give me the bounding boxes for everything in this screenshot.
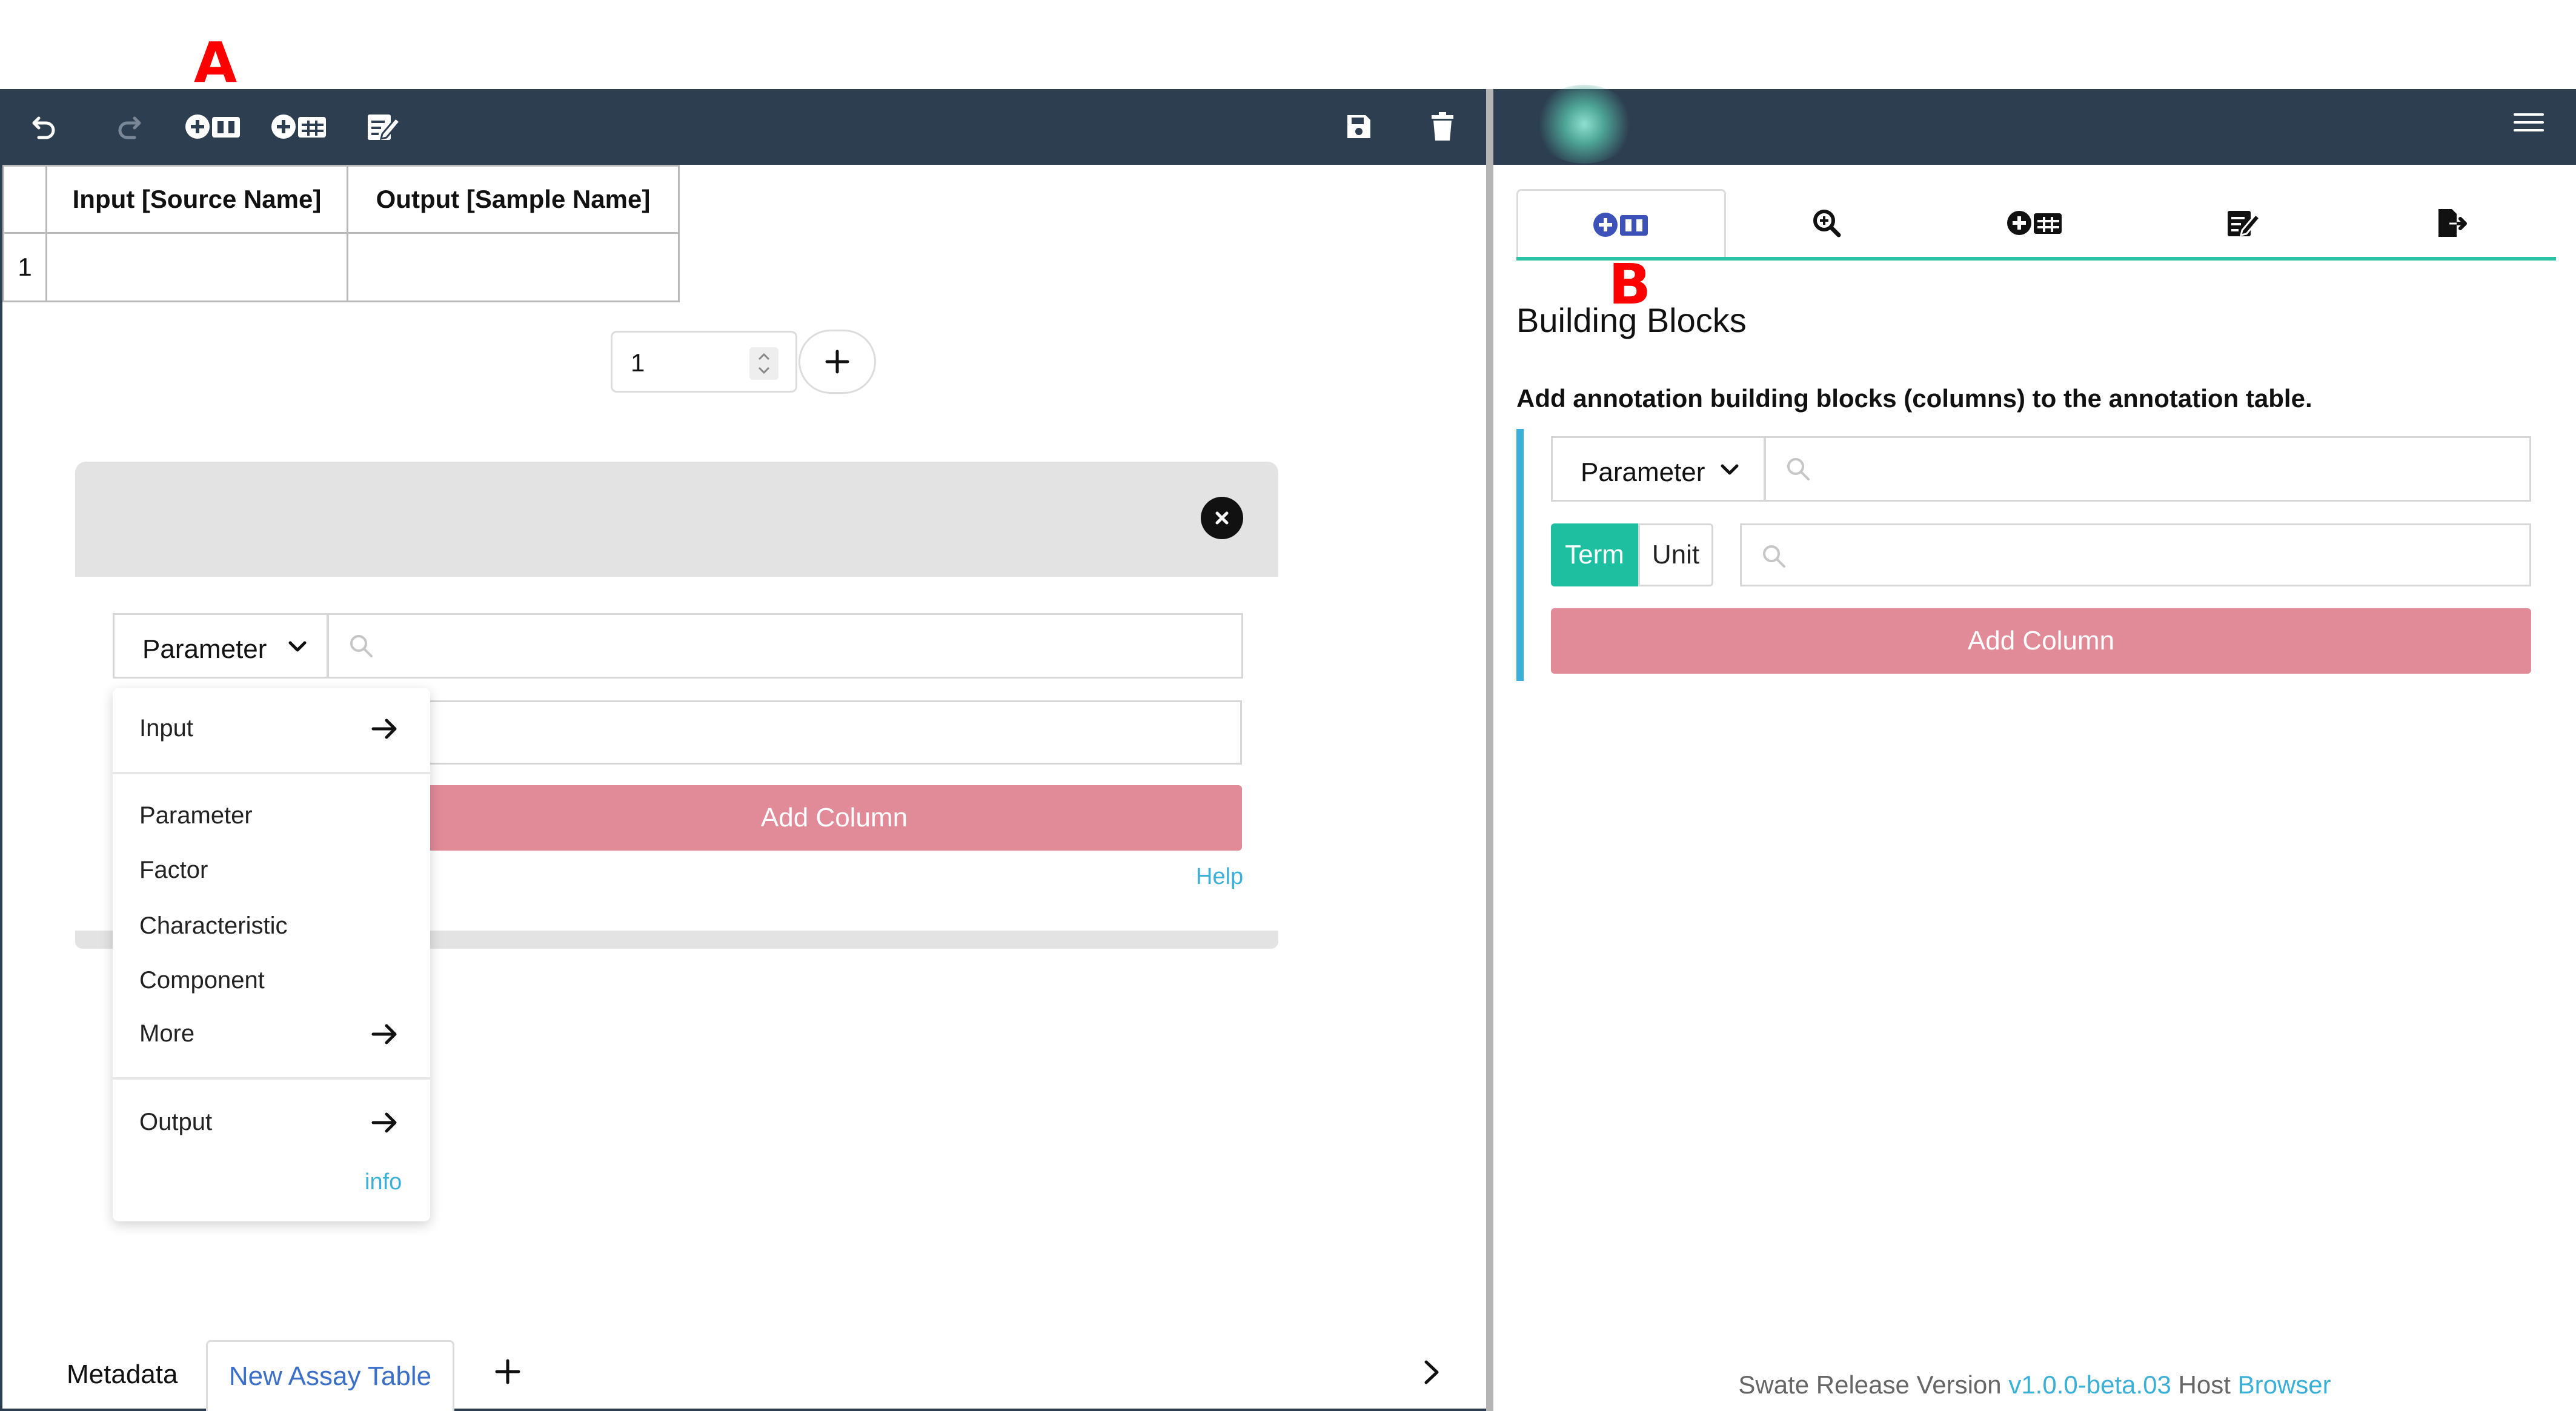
- building-block-accent-bar: [1516, 429, 1524, 681]
- hamburger-menu-icon[interactable]: [2511, 107, 2546, 141]
- type-select[interactable]: Parameter: [1551, 436, 1765, 502]
- host-link[interactable]: Browser: [2238, 1370, 2331, 1399]
- trash-icon[interactable]: [1425, 104, 1460, 150]
- close-icon[interactable]: [1201, 497, 1243, 539]
- dropdown-item-input[interactable]: Input: [139, 715, 193, 742]
- row-count-stepper[interactable]: [749, 347, 778, 380]
- save-icon[interactable]: [1340, 104, 1378, 150]
- tab-file-picker[interactable]: [2139, 189, 2348, 257]
- plus-icon: [495, 1359, 520, 1384]
- help-link[interactable]: Help: [1196, 864, 1243, 890]
- building-block-type-dropdown: Input Parameter Factor Characteristic Co…: [113, 688, 430, 1221]
- row-index: 1: [2, 232, 47, 302]
- edit-table-icon[interactable]: [362, 104, 405, 150]
- search-term-icon: [1813, 210, 1841, 237]
- tab-new-assay-table[interactable]: New Assay Table: [206, 1340, 454, 1411]
- dropdown-divider: [113, 1077, 430, 1080]
- add-building-block-icon[interactable]: [183, 104, 244, 150]
- term-search-input[interactable]: [327, 613, 1243, 679]
- file-picker-icon: [2228, 211, 2262, 236]
- row-count-value: 1: [631, 348, 645, 377]
- export-icon: [2438, 209, 2467, 237]
- dropdown-item-characteristic[interactable]: Characteristic: [139, 912, 288, 940]
- panel-divider[interactable]: [1486, 89, 1493, 1411]
- add-column-button[interactable]: Add Column: [427, 785, 1242, 851]
- dropdown-divider: [113, 772, 430, 774]
- tab-bar-underline: [1516, 257, 2556, 261]
- building-block-modal-header: [75, 462, 1278, 577]
- chevron-right-icon: [1424, 1360, 1439, 1384]
- add-template-icon: [2007, 211, 2062, 235]
- term-toggle-button[interactable]: Term: [1551, 523, 1638, 586]
- chevron-down-icon: [1721, 464, 1739, 475]
- tab-templates[interactable]: [1931, 189, 2139, 257]
- add-building-block-icon: [1593, 213, 1648, 237]
- info-link[interactable]: info: [365, 1169, 402, 1195]
- table-header-row: Input [Source Name] Output [Sample Name]: [2, 165, 680, 234]
- table-row: 1: [2, 232, 680, 302]
- unit-search-input[interactable]: [424, 700, 1242, 765]
- version-link[interactable]: v1.0.0-beta.03: [2008, 1370, 2171, 1399]
- search-icon: [1787, 458, 1810, 480]
- corner-cell: [2, 165, 47, 234]
- logo-glow: [1533, 85, 1636, 164]
- tab-export[interactable]: [2348, 189, 2556, 257]
- toggle-sidebar-button[interactable]: [1418, 1357, 1446, 1390]
- table-cell[interactable]: [45, 232, 348, 302]
- search-icon: [1763, 545, 1785, 568]
- dropdown-item-output[interactable]: Output: [139, 1109, 212, 1136]
- arrow-right-icon: [371, 1024, 397, 1044]
- type-select[interactable]: Parameter: [113, 613, 328, 679]
- term-search-input[interactable]: [1764, 436, 2531, 502]
- type-select-label: Parameter: [142, 634, 267, 664]
- dropdown-item-factor[interactable]: Factor: [139, 857, 208, 884]
- version-prefix: Swate Release Version: [1738, 1370, 2002, 1399]
- search-icon: [350, 635, 373, 657]
- arrow-right-icon: [371, 719, 397, 739]
- host-label: Host: [2178, 1370, 2231, 1399]
- unit-search-input[interactable]: [1740, 523, 2531, 586]
- dropdown-item-component[interactable]: Component: [139, 967, 265, 994]
- column-header-output[interactable]: Output [Sample Name]: [347, 165, 680, 234]
- column-header-input[interactable]: Input [Source Name]: [45, 165, 348, 234]
- version-footer: Swate Release Version v1.0.0-beta.03 Hos…: [1493, 1370, 2576, 1399]
- tab-metadata[interactable]: Metadata: [67, 1360, 178, 1390]
- table-cell[interactable]: [347, 232, 680, 302]
- dropdown-item-more[interactable]: More: [139, 1020, 194, 1047]
- marker-a: A: [194, 30, 237, 95]
- tab-building-blocks[interactable]: [1516, 189, 1726, 259]
- page-title: Building Blocks: [1516, 301, 1747, 339]
- dropdown-item-parameter[interactable]: Parameter: [139, 802, 253, 829]
- add-rows-button[interactable]: [798, 330, 876, 394]
- tab-search-term[interactable]: [1722, 189, 1931, 257]
- page-description: Add annotation building blocks (columns)…: [1516, 384, 2312, 413]
- row-count-input[interactable]: 1: [611, 331, 797, 393]
- add-template-icon[interactable]: [269, 104, 330, 150]
- arrow-right-icon: [371, 1112, 397, 1133]
- add-table-button[interactable]: [493, 1357, 522, 1389]
- redo-icon[interactable]: [108, 104, 149, 150]
- add-column-button[interactable]: Add Column: [1551, 608, 2531, 674]
- sidebar-navbar: [1493, 89, 2576, 165]
- annotation-table: Input [Source Name] Output [Sample Name]…: [2, 165, 680, 302]
- undo-icon[interactable]: [24, 104, 65, 150]
- unit-toggle-button[interactable]: Unit: [1638, 523, 1713, 586]
- type-select-label: Parameter: [1581, 457, 1705, 487]
- chevron-down-icon: [288, 641, 307, 652]
- main-toolbar: [0, 89, 1486, 165]
- plus-icon: [825, 350, 849, 374]
